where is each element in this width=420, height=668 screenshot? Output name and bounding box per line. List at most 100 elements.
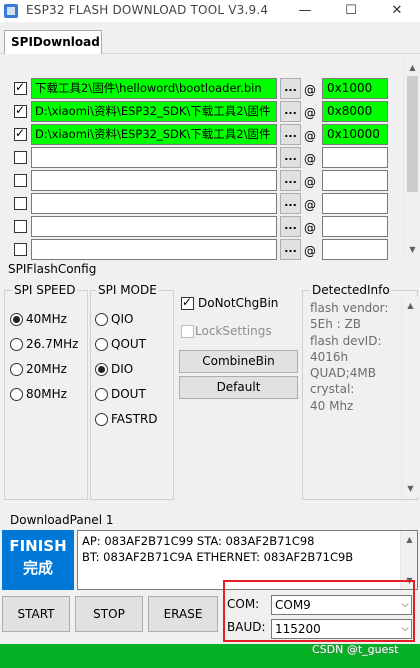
file-path-input[interactable] xyxy=(31,216,277,237)
download-panel-title: DownloadPanel 1 xyxy=(8,513,116,527)
file-path-input[interactable] xyxy=(31,170,277,191)
maximize-icon[interactable]: ☐ xyxy=(328,0,374,22)
browse-button[interactable]: ... xyxy=(280,216,301,237)
start-button[interactable]: START xyxy=(2,596,70,632)
spi-mode-option-label: DOUT xyxy=(111,387,146,401)
file-path-input[interactable]: 下载工具2\固件\helloword\bootloader.bin xyxy=(31,78,277,99)
row-checkbox[interactable] xyxy=(14,80,27,95)
browse-button[interactable]: ... xyxy=(280,193,301,214)
row-checkbox[interactable] xyxy=(14,197,27,210)
spi-config-title: SPIFlashConfig xyxy=(6,262,99,276)
scroll-up-icon[interactable]: ▲ xyxy=(401,531,418,548)
scroll-up-icon[interactable]: ▲ xyxy=(404,59,420,76)
lock-settings-checkbox[interactable] xyxy=(181,325,194,338)
log-line: BT: 083AF2B71C9A ETHERNET: 083AF2B71C9B xyxy=(82,550,354,564)
spi-speed-radio[interactable] xyxy=(10,338,23,351)
at-label: @ xyxy=(304,175,316,189)
window-title: ESP32 FLASH DOWNLOAD TOOL V3.9.4 xyxy=(26,3,269,17)
scroll-down-icon[interactable]: ▼ xyxy=(404,241,420,258)
browse-button[interactable]: ... xyxy=(280,170,301,191)
address-input[interactable] xyxy=(322,147,388,168)
address-input[interactable]: 0x10000 xyxy=(322,124,388,145)
spi-mode-radio[interactable] xyxy=(95,363,108,376)
spi-mode-option-label: QOUT xyxy=(111,337,147,351)
detected-info-text: flash vendor: 5Eh : ZB flash devID: 4016h QU… xyxy=(306,297,402,497)
row-checkbox[interactable] xyxy=(14,220,27,233)
browse-button[interactable]: ... xyxy=(280,101,301,122)
at-label: @ xyxy=(304,244,316,258)
spi-speed-radio[interactable] xyxy=(10,313,23,326)
file-path-input[interactable]: D:\xiaomi\资料\ESP32_SDK\下载工具2\固件 xyxy=(31,124,277,145)
spi-speed-option-label: 80MHz xyxy=(26,387,67,401)
browse-button[interactable]: ... xyxy=(280,78,301,99)
spi-speed-radio[interactable] xyxy=(10,363,23,376)
spi-mode-label: SPI MODE xyxy=(96,283,159,297)
at-label: @ xyxy=(304,106,316,120)
spi-mode-radio[interactable] xyxy=(95,338,108,351)
stop-button[interactable]: STOP xyxy=(75,596,143,632)
detected-info-title: DetectedInfo xyxy=(310,283,392,297)
detected-info-line: QUAD;4MB xyxy=(310,366,376,381)
scroll-down-icon[interactable]: ▼ xyxy=(402,480,419,497)
do-not-chg-bin-label: DoNotChgBin xyxy=(198,296,279,310)
watermark: CSDN @t_guest xyxy=(312,643,399,656)
row-checkbox[interactable] xyxy=(14,126,27,141)
spi-mode-option-label: QIO xyxy=(111,312,134,326)
file-path-input[interactable] xyxy=(31,239,277,260)
browse-button[interactable]: ... xyxy=(280,239,301,260)
address-input[interactable]: 0x1000 xyxy=(322,78,388,99)
address-input[interactable] xyxy=(322,239,388,260)
browse-button[interactable]: ... xyxy=(280,124,301,145)
at-label: @ xyxy=(304,198,316,212)
spi-speed-option-label: 40MHz xyxy=(26,312,67,326)
spi-speed-option-label: 26.7MHz xyxy=(26,337,79,351)
file-path-input[interactable]: D:\xiaomi\资料\ESP32_SDK\下载工具2\固件 xyxy=(31,101,277,122)
file-path-input[interactable] xyxy=(31,193,277,214)
spi-speed-label: SPI SPEED xyxy=(12,283,78,297)
tab-spidownload[interactable]: SPIDownload xyxy=(4,30,102,54)
do-not-chg-bin-checkbox[interactable] xyxy=(181,295,194,310)
address-input[interactable]: 0x8000 xyxy=(322,101,388,122)
finish-status: FINISH 完成 xyxy=(2,530,74,590)
close-icon[interactable]: ✕ xyxy=(374,0,420,22)
address-input[interactable] xyxy=(322,216,388,237)
at-label: @ xyxy=(304,152,316,166)
address-input[interactable] xyxy=(322,193,388,214)
log-line: AP: 083AF2B71C99 STA: 083AF2B71C98 xyxy=(82,534,315,548)
scroll-thumb[interactable] xyxy=(407,76,418,192)
at-label: @ xyxy=(304,221,316,235)
detected-info-scrollbar[interactable]: ▲ ▼ xyxy=(401,297,418,497)
spi-speed-radio[interactable] xyxy=(10,388,23,401)
row-checkbox[interactable] xyxy=(14,151,27,164)
annotation-highlight-box xyxy=(223,580,415,642)
spi-mode-radio[interactable] xyxy=(95,388,108,401)
browse-button[interactable]: ... xyxy=(280,147,301,168)
spi-mode-radio[interactable] xyxy=(95,413,108,426)
at-label: @ xyxy=(304,83,316,97)
finish-status-text: FINISH xyxy=(9,537,67,555)
spi-speed-option-label: 20MHz xyxy=(26,362,67,376)
row-checkbox[interactable] xyxy=(14,103,27,118)
file-path-input[interactable] xyxy=(31,147,277,168)
scroll-up-icon[interactable]: ▲ xyxy=(402,297,419,314)
minimize-icon[interactable]: — xyxy=(282,0,328,22)
spi-mode-radio[interactable] xyxy=(95,313,108,326)
file-list-scrollbar[interactable]: ▲ ▼ xyxy=(403,59,420,258)
row-checkbox[interactable] xyxy=(14,243,27,256)
detected-info-line: crystal: xyxy=(310,382,355,397)
detected-info-line: 40 Mhz xyxy=(310,398,354,413)
at-label: @ xyxy=(304,129,316,143)
address-input[interactable] xyxy=(322,170,388,191)
lock-settings-label: LockSettings xyxy=(195,324,272,338)
detected-info-line: 5Eh : ZB xyxy=(310,317,361,332)
row-checkbox[interactable] xyxy=(14,174,27,187)
detected-info-line: flash devID: xyxy=(310,333,382,348)
app-icon xyxy=(4,4,18,18)
spi-mode-option-label: FASTRD xyxy=(111,412,158,426)
combine-bin-button[interactable]: CombineBin xyxy=(179,350,298,373)
detected-info-line: flash vendor: xyxy=(310,301,389,315)
spi-mode-option-label: DIO xyxy=(111,362,134,376)
erase-button[interactable]: ERASE xyxy=(148,596,218,632)
title-bar: ESP32 FLASH DOWNLOAD TOOL V3.9.4 — ☐ ✕ xyxy=(0,0,420,22)
default-button[interactable]: Default xyxy=(179,376,298,399)
